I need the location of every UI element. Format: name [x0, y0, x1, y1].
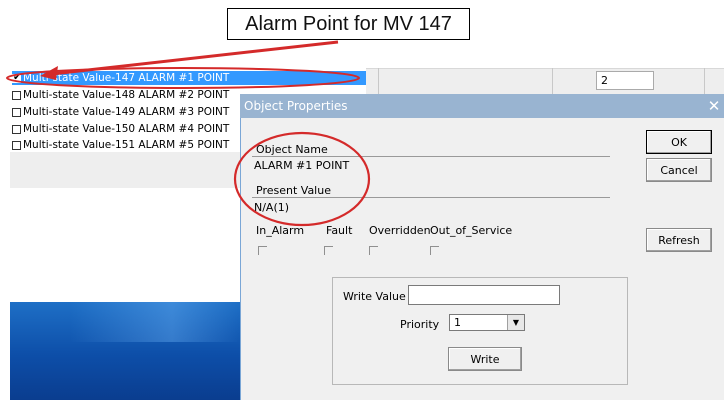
write-value-label: Write Value: [343, 290, 406, 303]
background-panel: [10, 152, 240, 188]
background-table-row: [366, 68, 724, 97]
list-item-label: Multi-state Value-147 ALARM #1 POINT: [23, 72, 230, 84]
flag-out-of-service-label: Out_of_Service: [430, 224, 513, 237]
checkbox[interactable]: [12, 107, 21, 117]
priority-label: Priority: [400, 318, 440, 331]
cancel-button[interactable]: Cancel: [646, 158, 712, 182]
write-value-input[interactable]: [408, 285, 560, 305]
list-item-label: Multi-state Value-150 ALARM #4 POINT: [23, 123, 230, 135]
object-name-label: Object Name: [256, 143, 328, 156]
present-value-label: Present Value: [256, 184, 331, 197]
field-divider: [252, 156, 610, 157]
callout-label: Alarm Point for MV 147: [227, 8, 470, 40]
background-value-field[interactable]: 2: [596, 71, 654, 90]
flag-in-alarm-checkbox: [258, 246, 267, 255]
callout-text: Alarm Point for MV 147: [245, 12, 452, 35]
flag-out-of-service-checkbox: [430, 246, 439, 255]
column-divider: [378, 68, 379, 96]
flag-fault-checkbox: [324, 246, 333, 255]
chevron-down-icon[interactable]: ▼: [507, 315, 524, 330]
ok-button[interactable]: OK: [646, 130, 712, 154]
close-icon[interactable]: ✕: [704, 94, 724, 118]
flag-in-alarm-label: In_Alarm: [256, 224, 305, 237]
checkbox[interactable]: [12, 124, 21, 134]
object-name-value: ALARM #1 POINT: [254, 159, 350, 172]
desktop-highlight: [70, 302, 240, 342]
dialog-title: Object Properties: [244, 99, 348, 113]
checkbox[interactable]: [12, 140, 21, 150]
check-icon: ✔: [13, 71, 22, 83]
write-button[interactable]: Write: [448, 347, 522, 371]
list-item-label: Multi-state Value-148 ALARM #2 POINT: [23, 89, 230, 101]
present-value-value: N/A(1): [254, 201, 290, 214]
column-divider: [552, 68, 553, 96]
list-item-mv147[interactable]: ✔ Multi-state Value-147 ALARM #1 POINT: [12, 71, 366, 85]
list-item-label: Multi-state Value-151 ALARM #5 POINT: [23, 139, 230, 151]
priority-select[interactable]: 1 ▼: [449, 314, 525, 331]
checkbox[interactable]: [12, 90, 21, 100]
priority-value: 1: [454, 316, 461, 329]
refresh-button[interactable]: Refresh: [646, 228, 712, 252]
flag-overridden-label: Overridden: [369, 224, 431, 237]
list-item-label: Multi-state Value-149 ALARM #3 POINT: [23, 106, 230, 118]
field-divider: [252, 197, 610, 198]
column-divider: [704, 68, 705, 96]
flag-fault-label: Fault: [326, 224, 353, 237]
checkbox[interactable]: ✔: [12, 71, 22, 83]
flag-overridden-checkbox: [369, 246, 378, 255]
